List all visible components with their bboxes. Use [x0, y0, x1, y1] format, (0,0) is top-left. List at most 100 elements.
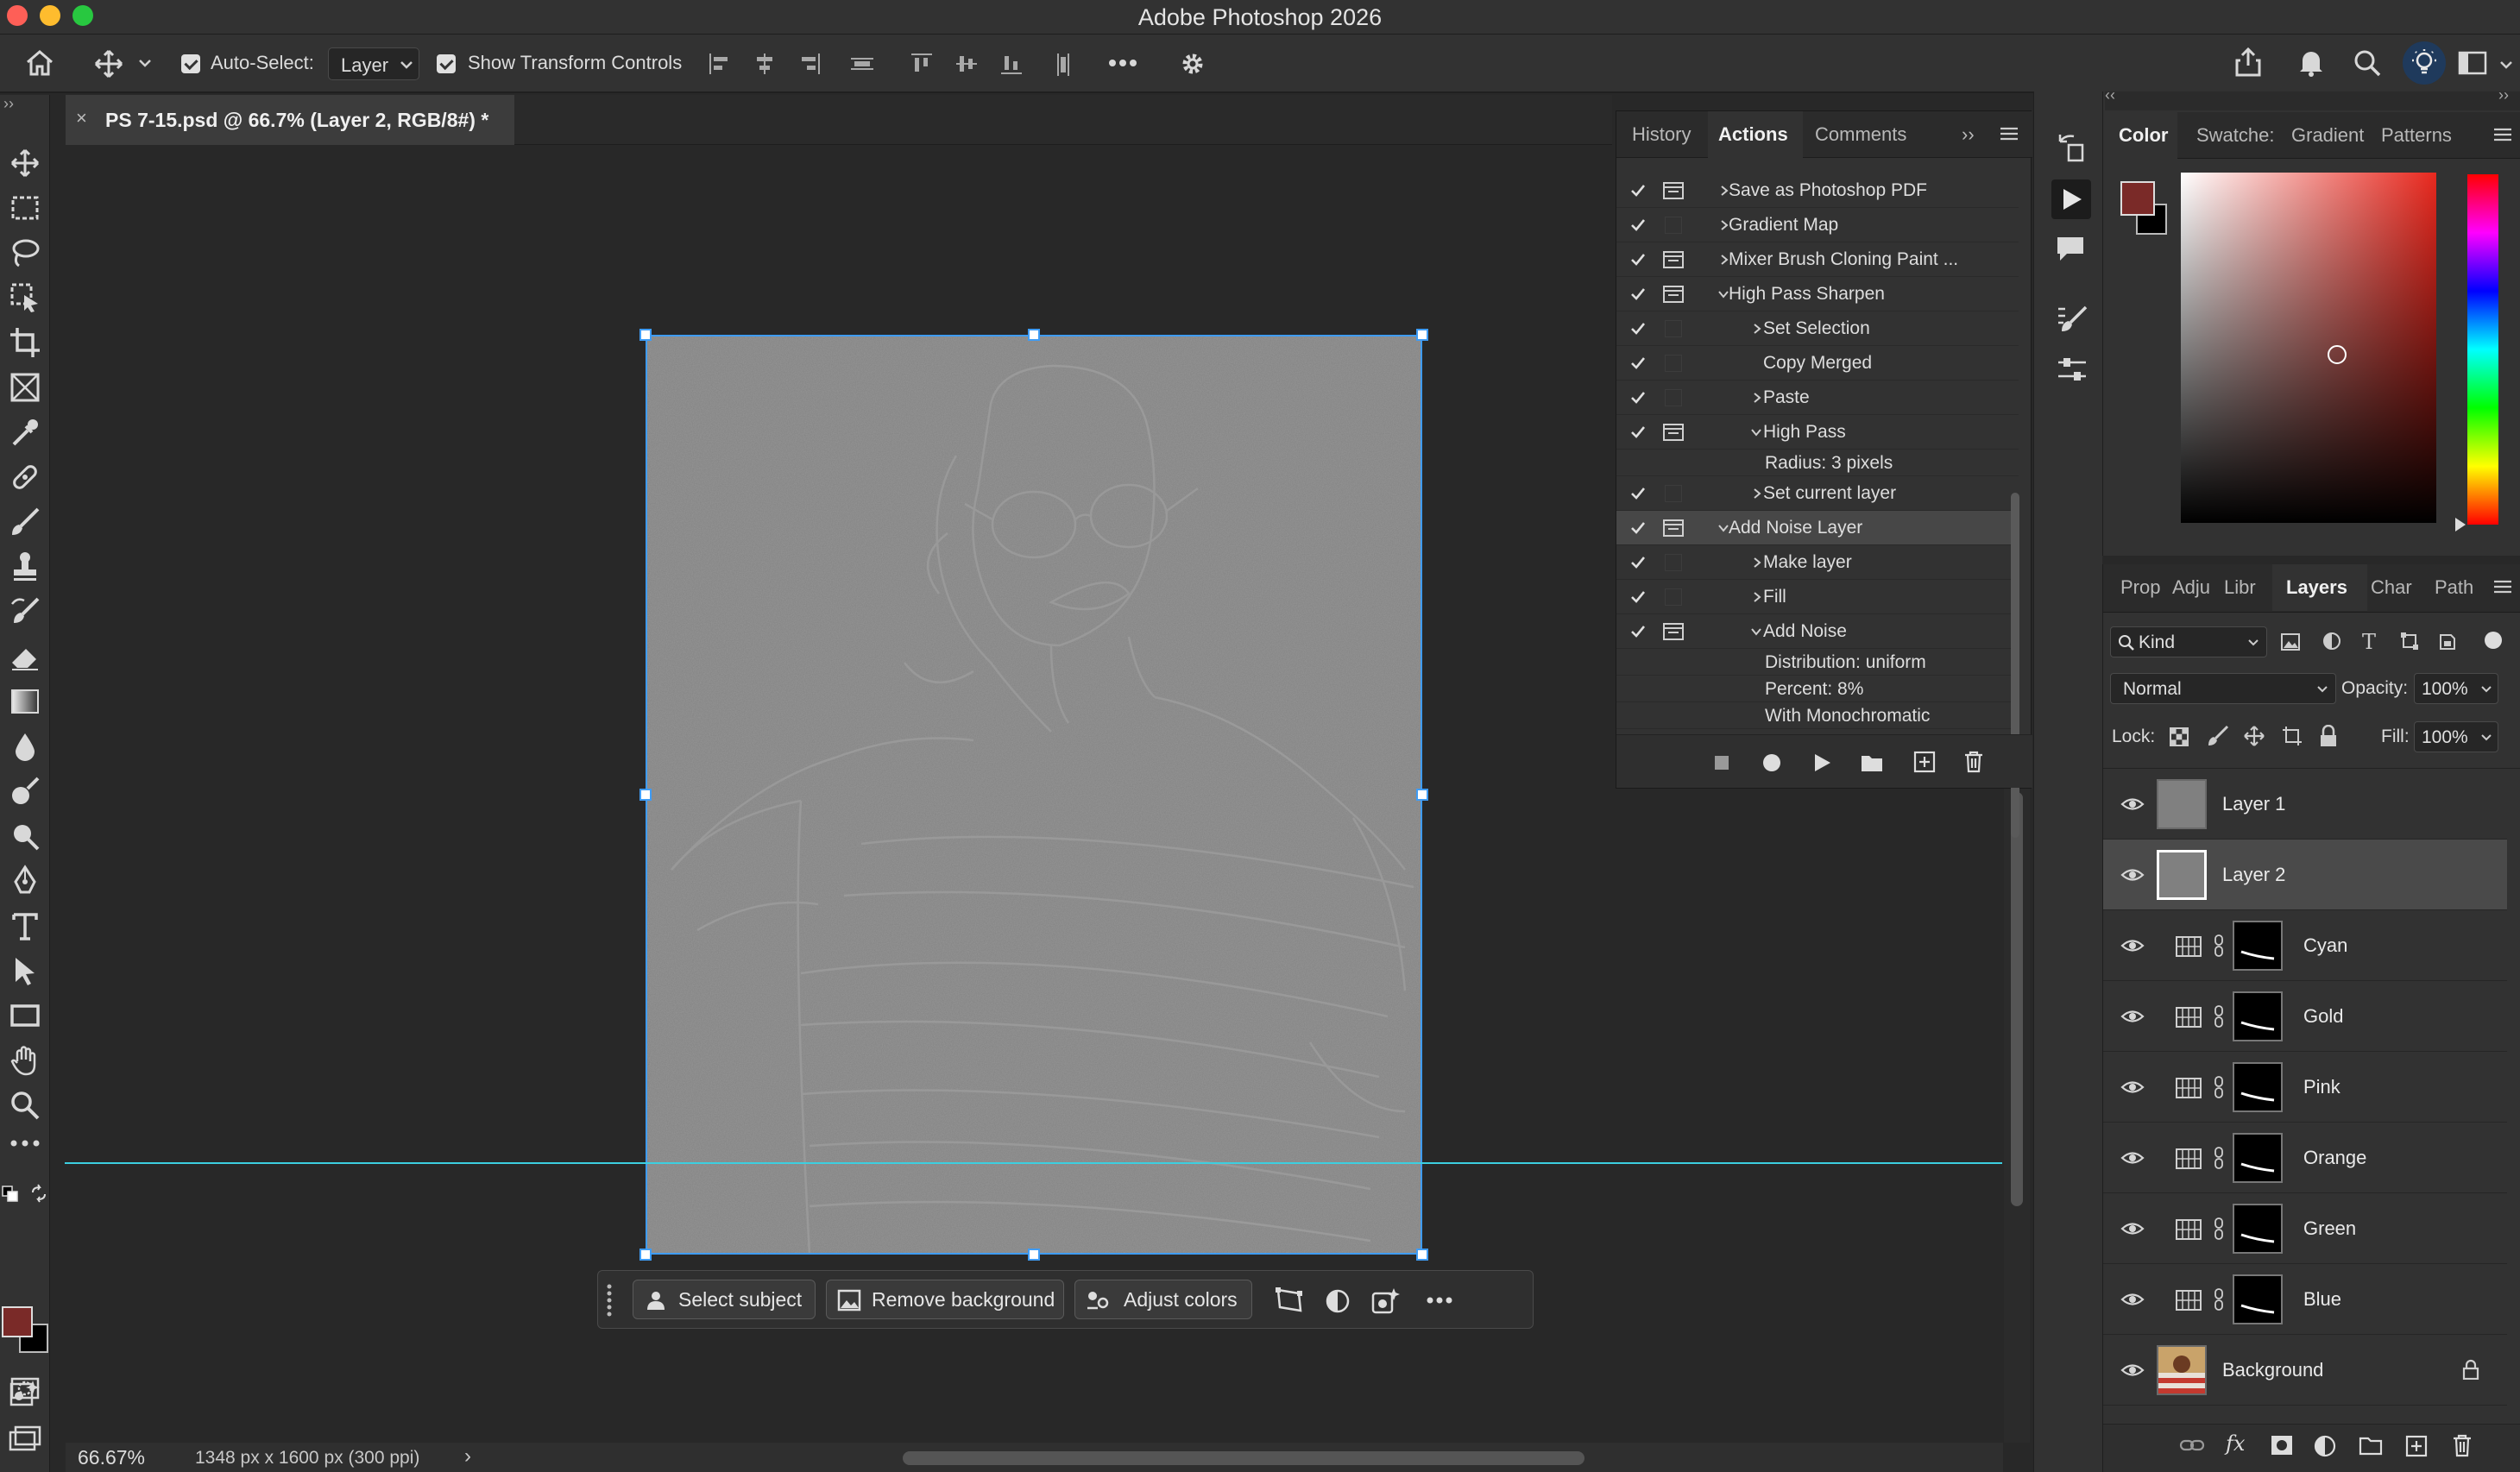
home-icon[interactable]: [24, 48, 55, 78]
dialog-toggle-empty[interactable]: [1665, 320, 1682, 337]
fill-input[interactable]: 100%: [2414, 721, 2498, 752]
layer-thumbnail[interactable]: [2157, 850, 2207, 900]
brush-settings-icon[interactable]: [2057, 304, 2088, 335]
trash-icon[interactable]: [2452, 1433, 2473, 1457]
canvas-image[interactable]: [639, 329, 1428, 1261]
workspace-icon[interactable]: [2458, 50, 2487, 76]
actions-panel-button[interactable]: [2051, 179, 2091, 219]
transform-handle[interactable]: [1416, 789, 1428, 801]
dialog-icon[interactable]: [1663, 623, 1684, 640]
dodge-tool-icon[interactable]: [9, 775, 41, 808]
tab-comments[interactable]: Comments: [1815, 111, 1906, 158]
dialog-icon[interactable]: [1663, 182, 1684, 199]
action-row[interactable]: Radius: 3 pixels: [1616, 450, 2019, 476]
drag-handle-icon[interactable]: [605, 1283, 614, 1318]
layer-mask-thumbnail[interactable]: [2233, 1133, 2283, 1183]
check-icon[interactable]: [1630, 521, 1646, 535]
move-tool-icon[interactable]: [93, 48, 124, 79]
link-layers-icon[interactable]: [2179, 1437, 2205, 1454]
dialog-toggle-empty[interactable]: [1665, 217, 1682, 234]
check-icon[interactable]: [1630, 287, 1646, 301]
document-tab[interactable]: × PS 7-15.psd @ 66.7% (Layer 2, RGB/8#) …: [66, 95, 514, 145]
layer-mask-thumbnail[interactable]: [2233, 1204, 2283, 1254]
link-icon[interactable]: [2214, 1147, 2224, 1169]
check-icon[interactable]: [1630, 184, 1646, 198]
chevron-down-icon[interactable]: [1717, 524, 1729, 532]
layer-name[interactable]: Green: [2303, 1217, 2356, 1240]
curves-adjustment-icon[interactable]: [2176, 936, 2202, 957]
zoom-level[interactable]: 66.67%: [78, 1446, 145, 1469]
curves-adjustment-icon[interactable]: [2176, 1148, 2202, 1169]
link-icon[interactable]: [2214, 934, 2224, 957]
action-row[interactable]: Add Noise: [1616, 614, 2019, 649]
action-row[interactable]: Set Selection: [1616, 311, 2019, 346]
collapse-toolbar-icon[interactable]: ››: [3, 95, 14, 113]
action-row[interactable]: With Monochromatic: [1616, 702, 2019, 729]
tab-color[interactable]: Color: [2103, 112, 2177, 159]
layer-row[interactable]: Blue: [2103, 1264, 2507, 1335]
action-row[interactable]: Add Noise Layer: [1616, 511, 2019, 545]
link-icon[interactable]: [2214, 1217, 2224, 1240]
layer-mask-thumbnail[interactable]: [2233, 921, 2283, 971]
adjust-colors-button[interactable]: Adjust colors: [1074, 1280, 1252, 1319]
check-icon[interactable]: [1630, 218, 1646, 232]
trash-icon[interactable]: [1963, 751, 1984, 773]
layer-filter-dropdown[interactable]: Kind: [2110, 626, 2267, 657]
chevron-right-icon[interactable]: [1753, 488, 1761, 500]
check-icon[interactable]: [1630, 322, 1646, 336]
color-field[interactable]: [2181, 173, 2436, 523]
close-tab-icon[interactable]: ×: [76, 107, 87, 129]
chevron-down-icon[interactable]: [1717, 290, 1729, 299]
new-set-folder-icon[interactable]: [1860, 752, 1884, 773]
distribute-vertical-icon[interactable]: [1051, 52, 1075, 78]
hue-slider-marker[interactable]: [2455, 518, 2466, 532]
chevron-down-icon[interactable]: [138, 59, 152, 67]
generative-fill-icon[interactable]: [1371, 1286, 1402, 1314]
filter-type-icon[interactable]: T: [2362, 630, 2376, 654]
check-icon[interactable]: [1630, 425, 1646, 439]
history-panel-icon[interactable]: [2055, 133, 2086, 164]
layer-name[interactable]: Layer 2: [2222, 864, 2285, 886]
transform-handle[interactable]: [1028, 329, 1040, 341]
action-row[interactable]: Mixer Brush Cloning Paint ...: [1616, 242, 2019, 277]
eye-icon[interactable]: [2120, 938, 2145, 953]
gear-icon[interactable]: [1179, 50, 1206, 78]
tab-actions[interactable]: Actions: [1708, 111, 1803, 158]
pen-tool-icon[interactable]: [9, 865, 41, 897]
layer-row[interactable]: Cyan: [2103, 910, 2507, 981]
dialog-toggle-empty[interactable]: [1665, 389, 1682, 406]
tab-gradients[interactable]: Gradient: [2291, 112, 2364, 159]
foreground-color-swatch[interactable]: [2, 1306, 33, 1337]
expand-panel-icon[interactable]: ››: [1962, 123, 1975, 146]
chevron-right-icon[interactable]: [1753, 591, 1761, 603]
eye-icon[interactable]: [2120, 1221, 2145, 1236]
tab-character[interactable]: Char: [2371, 564, 2412, 611]
tab-libraries[interactable]: Libr: [2224, 564, 2256, 611]
layer-thumbnail[interactable]: [2157, 779, 2207, 829]
chevron-right-icon[interactable]: [1753, 557, 1761, 569]
dialog-icon[interactable]: [1663, 286, 1684, 303]
screen-mode-icon[interactable]: [9, 1424, 41, 1456]
healing-brush-tool-icon[interactable]: [9, 461, 41, 494]
lock-transparent-icon[interactable]: [2169, 727, 2189, 747]
transform-handle[interactable]: [1416, 1249, 1428, 1261]
transform-handle[interactable]: [639, 329, 652, 341]
generative-icon[interactable]: [9, 1377, 41, 1410]
check-icon[interactable]: [1630, 356, 1646, 370]
lock-all-icon[interactable]: [2319, 725, 2338, 747]
opacity-input[interactable]: 100%: [2414, 673, 2498, 704]
eye-icon[interactable]: [2120, 867, 2145, 883]
add-mask-icon[interactable]: [2271, 1435, 2293, 1456]
collapse-panels-icon[interactable]: ‹‹: [2105, 86, 2115, 104]
check-icon[interactable]: [1630, 391, 1646, 405]
lock-pixels-icon[interactable]: [2207, 725, 2229, 747]
dialog-icon[interactable]: [1663, 519, 1684, 537]
transform-bounding-box[interactable]: [646, 335, 1422, 1255]
new-action-icon[interactable]: [1913, 751, 1936, 773]
zoom-lens-icon[interactable]: [9, 820, 41, 852]
filter-smart-object-icon[interactable]: [2438, 632, 2457, 651]
zoom-tool-icon[interactable]: [9, 1089, 41, 1122]
brush-tool-icon[interactable]: [9, 506, 41, 538]
transform-handle[interactable]: [1416, 329, 1428, 341]
tab-adjustments[interactable]: Adju: [2172, 564, 2210, 611]
